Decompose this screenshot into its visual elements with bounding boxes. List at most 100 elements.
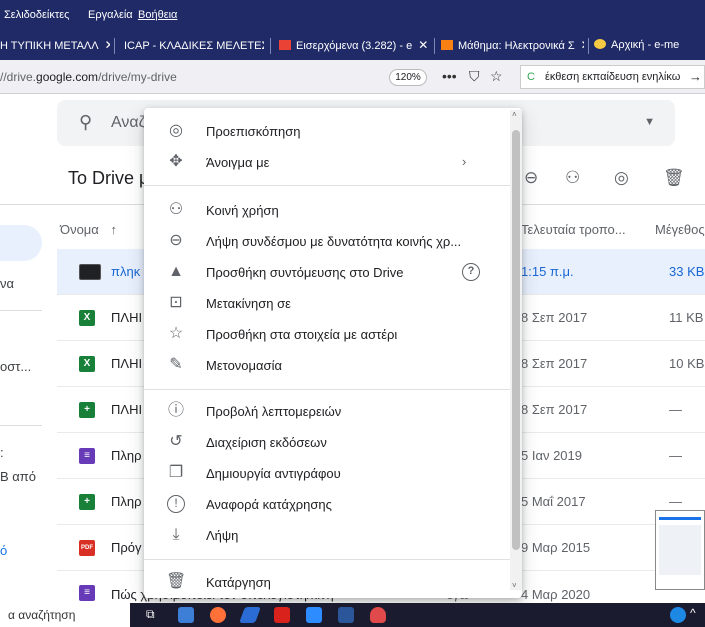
zoom-level[interactable]: 120% <box>389 69 427 86</box>
sidebar-active-item[interactable] <box>0 225 42 261</box>
image-file-icon <box>79 264 101 280</box>
url-prefix: //drive. <box>0 70 37 84</box>
trash-icon[interactable]: 🗑 <box>663 168 685 188</box>
close-icon[interactable]: ✕ <box>105 38 110 52</box>
link-icon[interactable]: ⊖ <box>524 168 538 188</box>
sheets-file-icon: + <box>79 494 95 510</box>
tab-4[interactable]: Μάθημα: Ηλεκτρονικά Σ ✕ <box>441 30 584 60</box>
acrobat-icon[interactable] <box>274 607 290 623</box>
tab-3[interactable]: Εισερχόμενα (3.282) - e ✕ <box>279 30 431 60</box>
menu-item-star[interactable]: ☆ Προσθήκη στα στοιχεία με αστέρι <box>144 319 510 350</box>
sidebar-text[interactable]: να <box>0 276 14 291</box>
eme-icon <box>594 39 606 49</box>
sheets-file-icon: + <box>79 402 95 418</box>
menu-item-report-abuse[interactable]: ! Αναφορά κατάχρησης <box>144 489 510 520</box>
buy-storage-link[interactable]: ό <box>0 543 7 558</box>
excel-file-icon: X <box>79 356 95 372</box>
menu-item-label: Κοινή χρήση <box>206 203 279 218</box>
help-icon[interactable]: ? <box>462 263 480 281</box>
search-options-icon[interactable]: ▼ <box>644 116 655 128</box>
column-modified[interactable]: Τελευταία τροπο... <box>521 222 626 237</box>
gmail-icon <box>279 40 291 50</box>
preview-icon[interactable]: ◎ <box>614 168 629 188</box>
file-size: 33 KB <box>669 264 705 279</box>
firefox-icon[interactable] <box>210 607 226 623</box>
menu-item-label: Αναφορά κατάχρησης <box>206 497 332 512</box>
menu-help[interactable]: Βοήθεια <box>138 9 177 21</box>
scroll-up-icon[interactable]: ˄ <box>512 110 517 119</box>
tray-overflow-icon[interactable]: ^ <box>690 606 696 620</box>
menu-item-share[interactable]: ⚇ Κοινή χρήση <box>144 195 510 226</box>
file-name: Πρόγ <box>111 540 142 555</box>
taskbar-search[interactable]: α αναζήτηση <box>0 603 130 627</box>
edge-icon[interactable] <box>239 607 261 623</box>
tab-label: Η ΤΥΠΙΚΗ ΜΕΤΑΛΛ <box>0 40 99 52</box>
menu-item-label: Δημιουργία αντιγράφου <box>206 466 341 481</box>
tab-divider <box>434 38 435 54</box>
file-name: Πληρ <box>111 494 142 509</box>
word-icon[interactable] <box>338 607 354 623</box>
column-name-label: Όνομα <box>60 222 99 237</box>
tab-divider <box>270 38 271 54</box>
tab-1[interactable]: Η ΤΥΠΙΚΗ ΜΕΤΑΛΛ ✕ <box>0 30 110 60</box>
sidebar-text[interactable]: οστ... <box>0 359 31 374</box>
menu-tools[interactable]: Εργαλεία <box>88 9 133 21</box>
menu-item-download[interactable]: ⤓ Λήψη <box>144 520 510 551</box>
menu-item-add-shortcut[interactable]: ▲ Προσθήκη συντόμευσης στο Drive? <box>144 257 510 288</box>
bookmark-star-icon[interactable]: ☆ <box>490 68 503 85</box>
menu-item-details[interactable]: ⓘ Προβολή λεπτομερειών <box>144 396 510 427</box>
tab-5[interactable]: Αρχική - e-me <box>594 30 705 60</box>
menu-item-label: Κατάργηση <box>206 575 271 590</box>
arrow-right-icon[interactable]: → <box>689 66 702 88</box>
menu-bookmarks[interactable]: Σελιδοδείκτες <box>4 9 69 21</box>
url-path: /drive/my-drive <box>98 70 177 84</box>
menu-scrollbar-thumb[interactable] <box>512 130 520 550</box>
menu-item-label: Λήψη συνδέσμου με δυνατότητα κοινής χρ..… <box>206 234 462 249</box>
scroll-down-icon[interactable]: ˅ <box>512 581 517 590</box>
add-person-icon[interactable]: ⚇ <box>565 168 580 188</box>
divider <box>0 425 42 426</box>
address-bar: //drive.google.com/drive/my-drive 120% •… <box>0 60 705 94</box>
screenshot-thumbnail[interactable] <box>655 510 705 590</box>
paint-icon[interactable] <box>370 607 386 623</box>
menu-item-label: Προεπισκόπηση <box>206 124 301 139</box>
drive-title[interactable]: Το Drive μ <box>68 168 149 189</box>
column-size[interactable]: Μέγεθος <box>655 222 705 237</box>
menu-item-get-link[interactable]: ⊖ Λήψη συνδέσμου με δυνατότητα κοινής χρ.… <box>144 226 510 257</box>
web-search-field[interactable]: C έκθεση εκπαίδευση ενηλίκω → <box>520 65 705 89</box>
pencil-icon: ✎ <box>169 356 183 373</box>
menu-item-make-copy[interactable]: ❐ Δημιουργία αντιγράφου <box>144 458 510 489</box>
file-modified: 4 Μαρ 2020 <box>521 587 591 602</box>
menu-divider <box>144 389 510 390</box>
pocket-icon[interactable]: ⛉ <box>469 68 480 85</box>
tab-divider <box>588 38 589 54</box>
sort-arrow-icon[interactable]: ↑ <box>110 222 117 237</box>
move-to-folder-icon: ⊡ <box>169 294 183 311</box>
close-icon[interactable]: ✕ <box>581 38 584 52</box>
file-modified: 8 Σεπ 2017 <box>521 310 588 325</box>
menu-item-open-with[interactable]: ✥ Άνοιγμα με › <box>144 147 510 178</box>
tab-label: Μάθημα: Ηλεκτρονικά Σ <box>458 40 575 52</box>
menu-item-rename[interactable]: ✎ Μετονομασία <box>144 350 510 381</box>
tab-divider <box>114 38 115 54</box>
close-icon[interactable]: ✕ <box>418 38 428 52</box>
task-view-icon[interactable]: ⧉ <box>146 607 155 622</box>
menu-item-move-to[interactable]: ⊡ Μετακίνηση σε <box>144 288 510 319</box>
file-explorer-icon[interactable] <box>178 607 194 623</box>
menu-item-remove[interactable]: 🗑 Κατάργηση <box>144 567 510 598</box>
column-name[interactable]: Όνομα ↑ <box>60 222 117 237</box>
menu-item-preview[interactable]: ◎ Προεπισκόπηση <box>144 116 510 147</box>
browser-menubar: Σελιδοδείκτες Εργαλεία Βοήθεια <box>0 0 705 30</box>
thumbnail-bar <box>659 517 701 520</box>
tab-2[interactable]: ICAP - ΚΛΑΔΙΚΕΣ ΜΕΛΕΤΕΣ✕ <box>124 30 264 60</box>
moodle-icon <box>441 40 453 50</box>
tray-icon[interactable] <box>670 607 686 623</box>
zoom-app-icon[interactable] <box>306 607 322 623</box>
menu-item-versions[interactable]: ↺ Διαχείριση εκδόσεων <box>144 427 510 458</box>
search-icon[interactable]: ⚲ <box>79 112 92 133</box>
more-actions-icon[interactable]: ••• <box>442 68 457 84</box>
menu-item-label: Προβολή λεπτομερειών <box>206 404 342 419</box>
search-engine-icon: C <box>527 71 535 83</box>
file-modified: 5 Ιαν 2019 <box>521 448 583 463</box>
url-field[interactable]: //drive.google.com/drive/my-drive <box>0 70 177 84</box>
